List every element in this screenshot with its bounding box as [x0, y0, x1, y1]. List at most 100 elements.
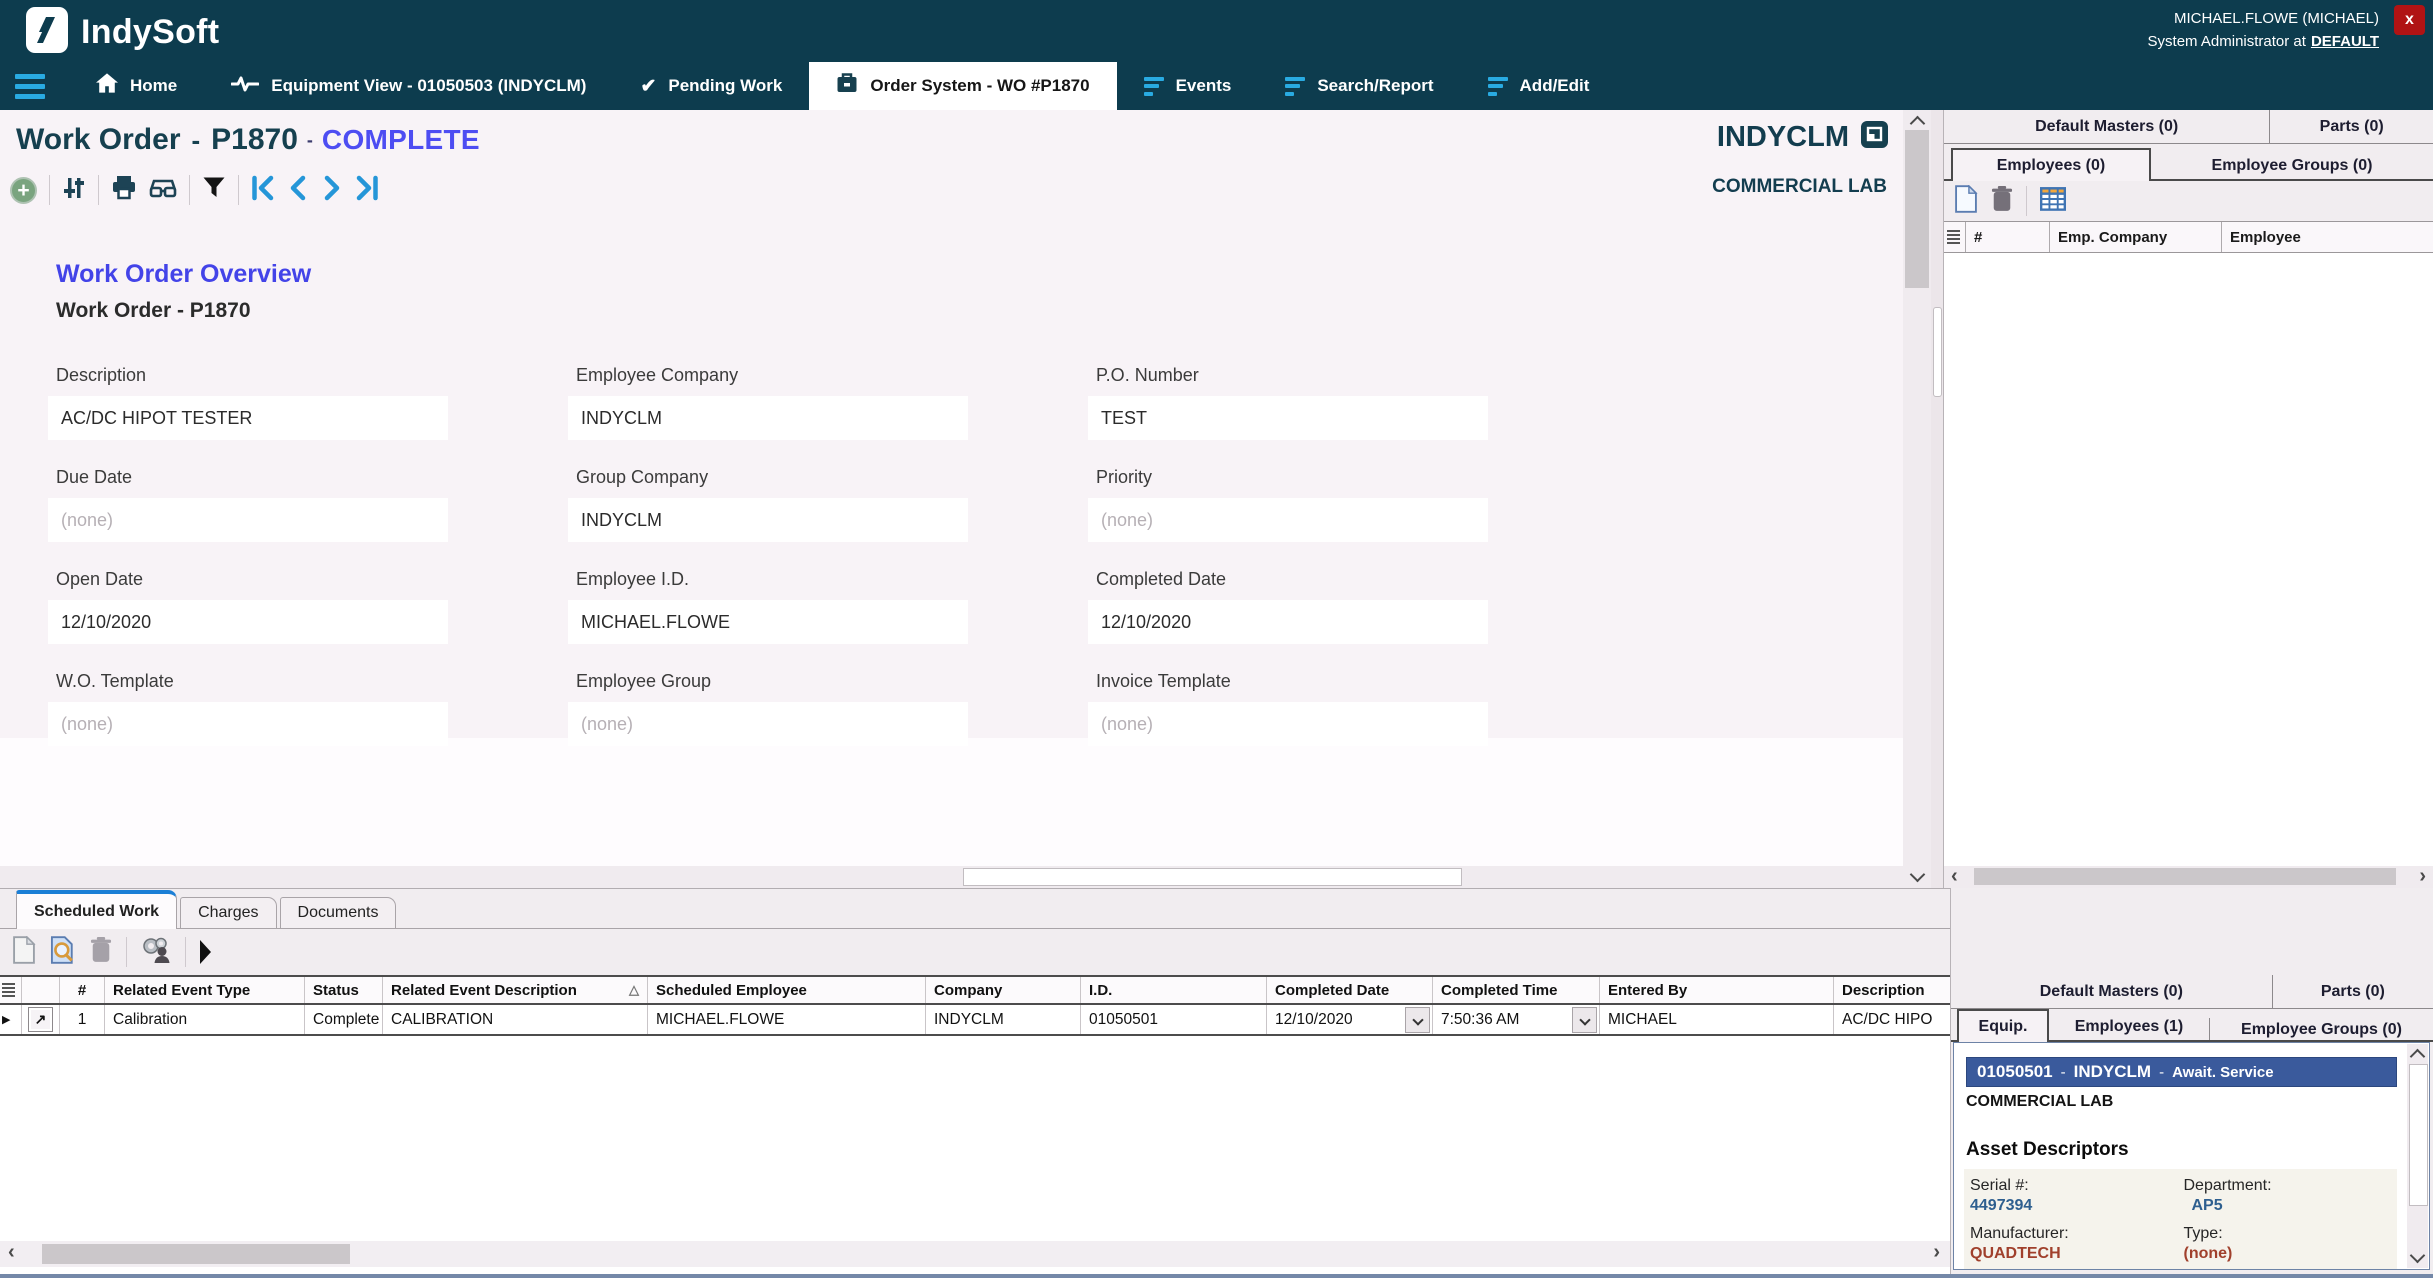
- scrollbar-thumb[interactable]: [2409, 1064, 2428, 1206]
- scrollbar-thumb[interactable]: [1905, 130, 1929, 288]
- nav-item-home[interactable]: Home: [69, 62, 204, 110]
- delete-item-button[interactable]: [90, 937, 112, 968]
- column-header-employee[interactable]: Employee: [2222, 222, 2433, 252]
- equipment-banner[interactable]: 01050501 - INDYCLM - Await. Service: [1966, 1057, 2397, 1087]
- tab-equip[interactable]: Equip.: [1957, 1009, 2049, 1042]
- column-header-scheduled-employee[interactable]: Scheduled Employee: [648, 977, 926, 1003]
- default-site-link[interactable]: DEFAULT: [2311, 33, 2379, 50]
- column-header-num[interactable]: #: [60, 977, 105, 1003]
- employee-company-field[interactable]: INDYCLM: [568, 396, 968, 440]
- view-item-button[interactable]: [50, 936, 76, 969]
- column-header-entered-by[interactable]: Entered By: [1600, 977, 1834, 1003]
- equipment-vertical-scrollbar[interactable]: [2407, 1044, 2428, 1268]
- column-header-completed-date[interactable]: Completed Date: [1267, 977, 1433, 1003]
- column-header-id[interactable]: I.D.: [1081, 977, 1267, 1003]
- scrollbar-thumb[interactable]: [42, 1244, 350, 1264]
- assign-employee-button[interactable]: [141, 936, 171, 968]
- tab-documents[interactable]: Documents: [280, 897, 397, 928]
- scroll-left-arrow[interactable]: ‹: [1951, 866, 1958, 886]
- main-vertical-scrollbar[interactable]: [1903, 110, 1931, 888]
- run-event-button[interactable]: [200, 940, 211, 964]
- new-item-button[interactable]: [12, 936, 36, 969]
- new-record-button[interactable]: [1954, 185, 1978, 218]
- print-preview-button[interactable]: [149, 177, 177, 204]
- scroll-down-arrow[interactable]: [2410, 1248, 2426, 1264]
- column-header-company[interactable]: Company: [926, 977, 1081, 1003]
- nav-tab-order-system[interactable]: Order System - WO #P1870: [809, 62, 1116, 110]
- last-record-button[interactable]: [355, 175, 379, 206]
- nav-item-add-edit[interactable]: Add/Edit: [1461, 62, 1617, 110]
- nav-item-pending-work[interactable]: ✔ Pending Work: [613, 62, 809, 110]
- delete-record-button[interactable]: [1991, 186, 2013, 217]
- sliders-icon: [62, 176, 86, 205]
- nav-item-equipment-view[interactable]: Equipment View - 01050503 (INDYCLM): [204, 62, 613, 110]
- scrollbar-thumb[interactable]: [963, 868, 1462, 886]
- first-record-button[interactable]: [251, 175, 275, 206]
- tab-parts[interactable]: Parts (0): [2272, 975, 2433, 1008]
- vertical-splitter[interactable]: [1931, 110, 1943, 888]
- row-menu-header[interactable]: [1944, 222, 1966, 252]
- completed-date-field[interactable]: 12/10/2020: [1088, 600, 1488, 644]
- company-window-icon[interactable]: [1860, 120, 1889, 154]
- previous-record-button[interactable]: [287, 175, 309, 206]
- column-header-emp-company[interactable]: Emp. Company: [2050, 222, 2222, 252]
- open-event-button[interactable]: ↗: [28, 1007, 53, 1032]
- employee-id-field[interactable]: MICHAEL.FLOWE: [568, 600, 968, 644]
- scroll-right-arrow[interactable]: ›: [2419, 866, 2426, 886]
- next-record-button[interactable]: [321, 175, 343, 206]
- wo-template-field[interactable]: (none): [48, 702, 448, 746]
- priority-field[interactable]: (none): [1088, 498, 1488, 542]
- column-header-description[interactable]: Description: [1834, 977, 1950, 1003]
- due-date-field[interactable]: (none): [48, 498, 448, 542]
- table-grid-icon: [2040, 187, 2066, 216]
- open-date-field[interactable]: 12/10/2020: [48, 600, 448, 644]
- column-header-num[interactable]: #: [1966, 222, 2050, 252]
- grid-view-button[interactable]: [2040, 187, 2066, 216]
- main-horizontal-scrollbar[interactable]: [0, 866, 1903, 888]
- main-pane-lower-area: [0, 738, 1903, 866]
- toolbar-separator: [238, 175, 239, 205]
- tab-employee-groups[interactable]: Employee Groups (0): [2151, 151, 2433, 181]
- tab-default-masters[interactable]: Default Masters (0): [1951, 975, 2272, 1008]
- invoice-template-field[interactable]: (none): [1088, 702, 1488, 746]
- tab-scheduled-work[interactable]: Scheduled Work: [16, 890, 177, 929]
- nav-item-events[interactable]: Events: [1117, 62, 1259, 110]
- tab-parts[interactable]: Parts (0): [2269, 110, 2433, 143]
- column-header-related-event-description[interactable]: Related Event Description △: [383, 977, 648, 1003]
- filter-button[interactable]: [202, 176, 226, 205]
- column-header-completed-time[interactable]: Completed Time: [1433, 977, 1600, 1003]
- table-row[interactable]: ▶ ↗ 1 Calibration Complete CALIBRATION M…: [0, 1005, 1950, 1036]
- print-button[interactable]: [111, 176, 137, 205]
- properties-button[interactable]: [62, 176, 86, 205]
- row-menu-header[interactable]: [0, 977, 22, 1003]
- close-button[interactable]: x: [2394, 5, 2425, 35]
- hamburger-menu-icon[interactable]: [15, 62, 45, 110]
- scroll-right-arrow[interactable]: ›: [1933, 1242, 1940, 1262]
- employee-group-field[interactable]: (none): [568, 702, 968, 746]
- tab-employees[interactable]: Employees (1): [2049, 1012, 2209, 1042]
- tab-employee-groups[interactable]: Employee Groups (0): [2209, 1018, 2433, 1042]
- description-field[interactable]: AC/DC HIPOT TESTER: [48, 396, 448, 440]
- nav-item-search-report[interactable]: Search/Report: [1258, 62, 1460, 110]
- scroll-up-arrow[interactable]: [2410, 1049, 2426, 1065]
- cell-scheduled-employee: MICHAEL.FLOWE: [648, 1005, 926, 1034]
- splitter-handle[interactable]: [1933, 307, 1942, 397]
- scrollbar-thumb[interactable]: [1974, 868, 2396, 885]
- employees-horizontal-scrollbar[interactable]: ‹ ›: [1944, 866, 2433, 888]
- time-dropdown-button[interactable]: [1572, 1007, 1597, 1033]
- po-number-field[interactable]: TEST: [1088, 396, 1488, 440]
- scroll-up-arrow[interactable]: [1910, 116, 1926, 132]
- group-company-field[interactable]: INDYCLM: [568, 498, 968, 542]
- scroll-left-arrow[interactable]: ‹: [8, 1242, 15, 1262]
- scroll-down-arrow[interactable]: [1910, 867, 1926, 883]
- tab-employees[interactable]: Employees (0): [1951, 148, 2151, 181]
- toolbar-separator: [189, 175, 190, 205]
- sort-ascending-icon[interactable]: △: [629, 982, 639, 998]
- column-header-status[interactable]: Status: [305, 977, 383, 1003]
- tab-default-masters[interactable]: Default Masters (0): [1944, 110, 2269, 143]
- date-dropdown-button[interactable]: [1405, 1007, 1430, 1033]
- scheduled-work-horizontal-scrollbar[interactable]: ‹ ›: [0, 1241, 1950, 1267]
- column-header-related-event-type[interactable]: Related Event Type: [105, 977, 305, 1003]
- tab-charges[interactable]: Charges: [180, 897, 276, 928]
- add-button[interactable]: +: [10, 177, 37, 204]
